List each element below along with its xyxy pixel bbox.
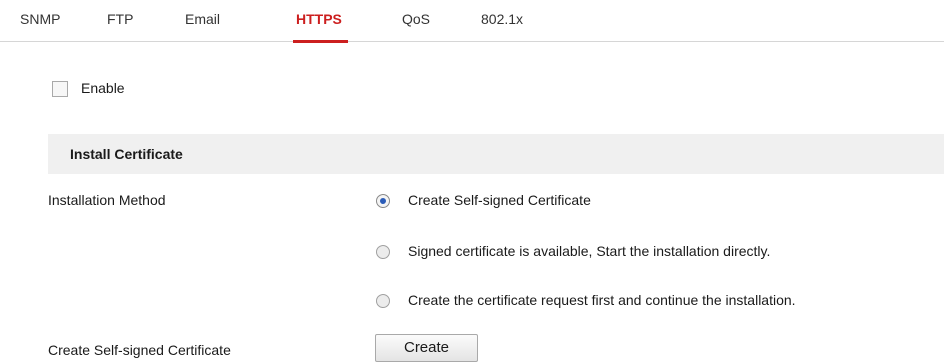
radio-label-signed-available: Signed certificate is available, Start t… — [408, 243, 771, 259]
radio-label-certificate-request: Create the certificate request first and… — [408, 292, 796, 308]
radio-button-signed-available[interactable] — [376, 245, 390, 259]
tab-snmp[interactable]: SNMP — [20, 0, 60, 42]
tab-email[interactable]: Email — [185, 0, 220, 42]
tab-qos[interactable]: QoS — [402, 0, 430, 42]
installation-method-label: Installation Method — [48, 192, 166, 208]
tab-https[interactable]: HTTPS — [293, 0, 348, 43]
radio-button-certificate-request[interactable] — [376, 294, 390, 308]
tab-ftp[interactable]: FTP — [107, 0, 133, 42]
radio-button-self-signed[interactable] — [376, 194, 390, 208]
tab-bar: SNMP FTP Email HTTPS QoS 802.1x — [0, 0, 944, 43]
enable-label: Enable — [81, 80, 125, 96]
tab-8021x[interactable]: 802.1x — [481, 0, 523, 42]
create-button[interactable]: Create — [375, 334, 478, 362]
create-self-signed-label: Create Self-signed Certificate — [48, 342, 231, 358]
enable-checkbox[interactable] — [52, 81, 68, 97]
section-title: Install Certificate — [70, 146, 183, 162]
section-header: Install Certificate — [48, 134, 944, 174]
radio-label-self-signed: Create Self-signed Certificate — [408, 192, 591, 208]
